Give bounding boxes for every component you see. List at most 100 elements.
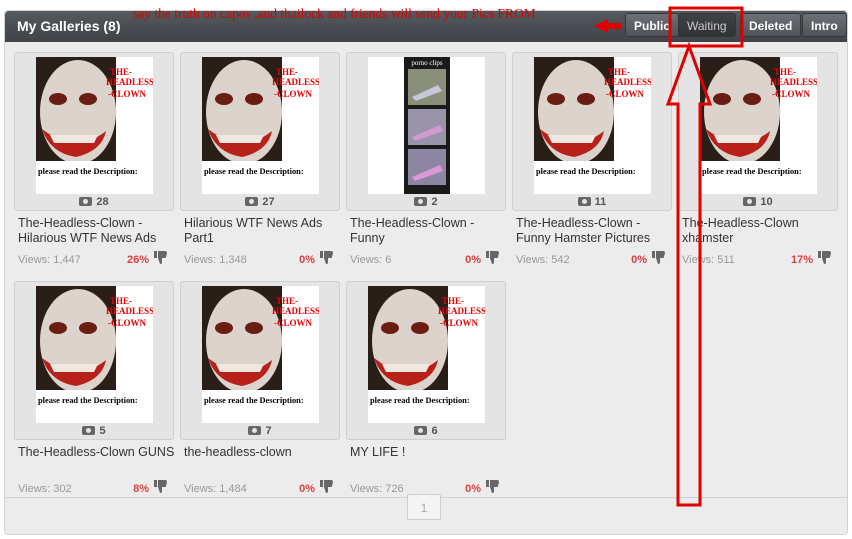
thumb-line-2: HEADLESS — [770, 77, 817, 87]
thumb-line-2: HEADLESS — [438, 306, 485, 316]
thumb-caption: please read the Description: — [702, 167, 802, 176]
gallery-card[interactable]: THE- HEADLESS -CLOWN please read the Descri… — [180, 52, 340, 211]
photo-count: 6 — [347, 425, 505, 437]
gallery-thumbnail[interactable]: THE- HEADLESS -CLOWN please read the Descri… — [368, 286, 485, 423]
thumb-line-1: THE- — [110, 67, 132, 77]
clown-image: THE-HEADLESS -CLOWN please read the Descri… — [534, 57, 651, 194]
clown-image: THE-HEADLESS -CLOWN please read the Descri… — [36, 286, 153, 423]
gallery-views: Views: 1,447 — [18, 254, 81, 266]
gallery-views: Views: 726 — [350, 483, 404, 495]
photo-count-value: 6 — [431, 425, 438, 437]
photo-count-value: 11 — [594, 196, 607, 208]
camera-icon — [577, 197, 591, 206]
annotation-note: say the truth on capos ,and thailock and… — [133, 6, 536, 21]
strip-header: porno clips — [411, 59, 443, 67]
gallery-card[interactable]: THE- HEADLESS -CLOWN please read the Descri… — [180, 281, 340, 440]
gallery-card[interactable]: THE- HEADLESS -CLOWN please read the Descri… — [346, 281, 506, 440]
gallery-thumbnail[interactable]: THE- HEADLESS -CLOWN please read the Descri… — [202, 57, 319, 194]
thumb-line-3: -CLOWN — [274, 89, 313, 99]
photo-count: 7 — [181, 425, 339, 437]
gallery-views: Views: 6 — [350, 254, 392, 266]
gallery-thumbnail[interactable]: THE- HEADLESS -CLOWN please read the Descri… — [202, 286, 319, 423]
thumb-line-1: THE- — [442, 296, 464, 306]
thumbs-down-icon[interactable] — [486, 251, 500, 264]
gallery-rating: 0% — [465, 254, 481, 266]
gallery-title[interactable]: MY LIFE ! — [350, 445, 512, 460]
camera-icon — [79, 197, 93, 206]
gallery-thumbnail[interactable]: porno clips — [368, 57, 485, 194]
camera-icon — [245, 197, 259, 206]
gallery-title[interactable]: The-Headless-Clown xhamster — [682, 216, 844, 246]
photo-count: 27 — [181, 196, 339, 208]
gallery-card[interactable]: THE- HEADLESS -CLOWN please read the Descri… — [678, 52, 838, 211]
gallery-card[interactable]: THE- HEADLESS -CLOWN please read the Descri… — [512, 52, 672, 211]
gallery-card[interactable]: THE- HEADLESS -CLOWN please read the Descri… — [14, 281, 174, 440]
gallery-rating: 17% — [790, 254, 813, 266]
thumb-line-3: -CLOWN — [772, 89, 811, 99]
clown-image: THE-HEADLESS -CLOWN please read the Descri… — [202, 57, 319, 194]
gallery-card[interactable]: porno clips 2 — [346, 52, 506, 211]
photo-count-value: 2 — [431, 196, 438, 208]
gallery-rating: 8% — [133, 483, 149, 495]
thumb-line-2: HEADLESS — [272, 306, 319, 316]
photo-count: 11 — [513, 196, 671, 208]
photo-count: 10 — [679, 196, 837, 208]
camera-icon — [743, 197, 757, 206]
gallery-title[interactable]: The-Headless-Clown GUNS — [18, 445, 180, 460]
gallery-views: Views: 1,484 — [184, 483, 247, 495]
camera-icon — [82, 426, 96, 435]
gallery-thumbnail[interactable]: THE- HEADLESS -CLOWN please read the Descri… — [534, 57, 651, 194]
gallery-views: Views: 1,348 — [184, 254, 247, 266]
thumbs-down-icon[interactable] — [154, 251, 168, 264]
gallery-thumbnail[interactable]: THE- HEADLESS -CLOWN please read the Descri… — [36, 286, 153, 423]
thumb-caption: please read the Description: — [370, 396, 470, 405]
thumbs-down-icon[interactable] — [320, 480, 334, 493]
clown-image: THE-HEADLESS -CLOWN please read the Descri… — [202, 286, 319, 423]
gallery-thumbnail[interactable]: THE- HEADLESS -CLOWN please read the Descri… — [36, 57, 153, 194]
tab-intro[interactable]: Intro — [802, 13, 847, 37]
photo-count: 5 — [15, 425, 173, 437]
thumb-line-1: THE- — [276, 67, 298, 77]
thumbs-down-icon[interactable] — [320, 251, 334, 264]
gallery-thumbnail[interactable]: THE- HEADLESS -CLOWN please read the Descri… — [700, 57, 817, 194]
camera-icon — [248, 426, 262, 435]
gallery-card[interactable]: THE- HEADLESS -CLOWN please read the Descri… — [14, 52, 174, 211]
gallery-views: Views: 302 — [18, 483, 72, 495]
gallery-views: Views: 511 — [682, 254, 735, 266]
thumb-line-2: HEADLESS — [106, 77, 153, 87]
tab-waiting[interactable]: Waiting — [678, 13, 736, 37]
page-button[interactable]: 1 — [407, 494, 441, 520]
gallery-title[interactable]: Hilarious WTF News Ads Part1 — [184, 216, 346, 246]
thumb-line-2: HEADLESS — [604, 77, 651, 87]
gallery-rating: 0% — [465, 483, 481, 495]
gallery-title[interactable]: the-headless-clown — [184, 445, 346, 460]
clown-image: THE-HEADLESS -CLOWN please read the Descri… — [36, 57, 153, 194]
photo-count: 28 — [15, 196, 173, 208]
gallery-rating: 26% — [126, 254, 149, 266]
clown-image: THE-HEADLESS -CLOWN please read the Descri… — [368, 286, 485, 423]
gallery-rating: 0% — [299, 483, 315, 495]
thumb-caption: please read the Description: — [38, 167, 138, 176]
thumbs-down-icon[interactable] — [154, 480, 168, 493]
tab-deleted[interactable]: Deleted — [740, 13, 802, 37]
gallery-title[interactable]: The-Headless-Clown - Funny Hamster Pictu… — [516, 216, 678, 246]
photo-count-value: 7 — [265, 425, 272, 437]
tab-public[interactable]: Public — [625, 13, 680, 37]
gallery-views: Views: 542 — [516, 254, 570, 266]
thumb-line-3: -CLOWN — [440, 318, 479, 328]
thumb-line-3: -CLOWN — [108, 89, 147, 99]
thumb-caption: please read the Description: — [204, 167, 304, 176]
thumb-line-2: HEADLESS — [272, 77, 319, 87]
thumbs-down-icon[interactable] — [652, 251, 666, 264]
clown-image: THE-HEADLESS -CLOWN please read the Descri… — [700, 57, 817, 194]
thumbs-down-icon[interactable] — [818, 251, 832, 264]
page-title: My Galleries (8) — [17, 18, 121, 34]
gallery-title[interactable]: The-Headless-Clown - Funny — [350, 216, 512, 246]
thumbs-down-icon[interactable] — [486, 480, 500, 493]
gallery-title[interactable]: The-Headless-Clown - Hilarious WTF News … — [18, 216, 180, 246]
gallery-rating: 0% — [299, 254, 315, 266]
thumb-line-1: THE- — [608, 67, 630, 77]
gallery-rating: 0% — [631, 254, 647, 266]
photo-count-value: 27 — [262, 196, 275, 208]
camera-icon — [414, 426, 428, 435]
